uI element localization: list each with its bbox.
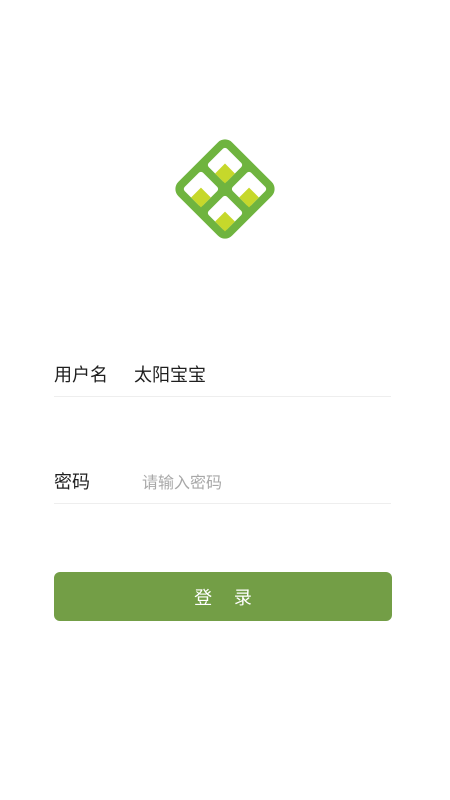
password-label: 密码 bbox=[54, 472, 90, 493]
username-label: 用户名 bbox=[54, 365, 108, 386]
password-input[interactable] bbox=[142, 471, 382, 495]
username-row: 用户名 太阳宝宝 bbox=[54, 340, 391, 397]
username-value[interactable]: 太阳宝宝 bbox=[134, 364, 206, 388]
app-logo-diamond-icon bbox=[175, 139, 275, 239]
app-logo bbox=[168, 132, 282, 246]
login-button[interactable]: 登 录 bbox=[54, 572, 392, 621]
